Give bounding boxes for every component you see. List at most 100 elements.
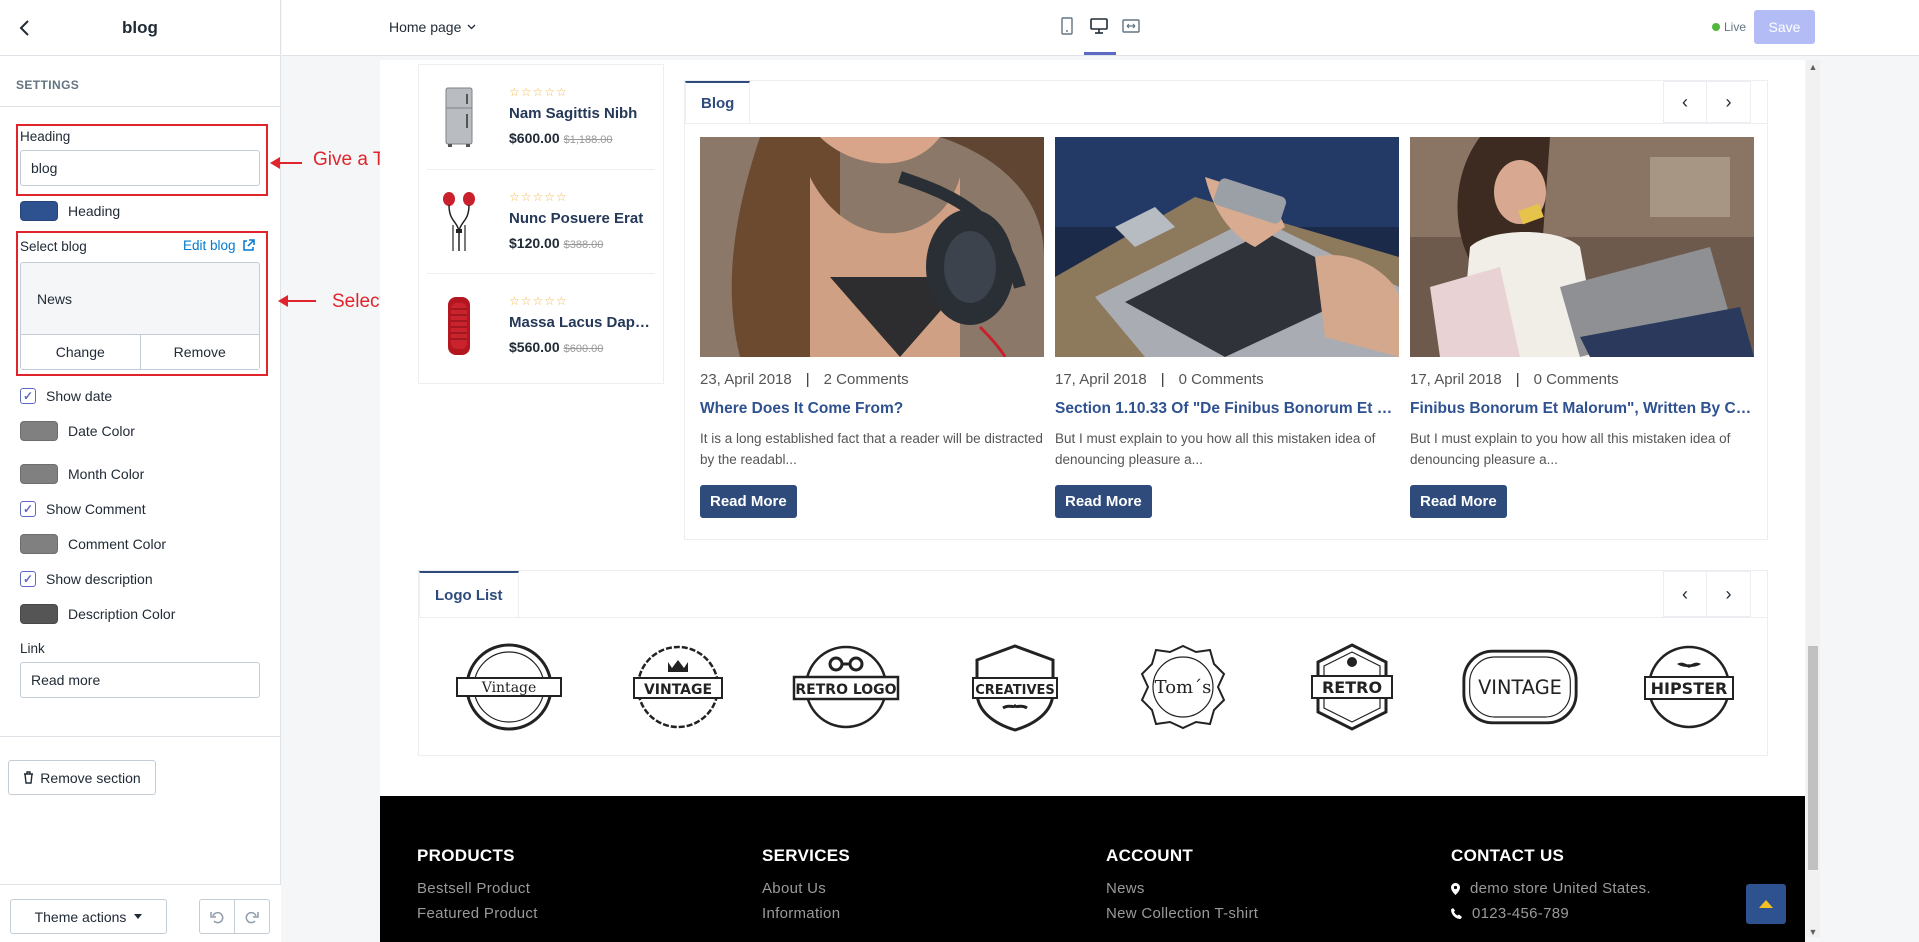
meta-separator: | bbox=[1160, 371, 1165, 388]
logo-text: CREATIVES bbox=[975, 683, 1055, 698]
read-more-button[interactable]: Read More bbox=[700, 485, 797, 518]
product-name[interactable]: Nunc Posuere Erat bbox=[509, 210, 654, 227]
undo-icon[interactable] bbox=[200, 900, 234, 933]
logo-text: RETRO bbox=[1322, 678, 1382, 697]
rating-stars: ☆☆☆☆☆ bbox=[509, 294, 568, 308]
logo-text: Vintage bbox=[481, 680, 537, 696]
product-name[interactable]: Massa Lacus Dapibus bbox=[509, 314, 654, 331]
month-color-row[interactable]: Month Color bbox=[20, 464, 144, 484]
theme-actions-button[interactable]: Theme actions bbox=[10, 899, 167, 934]
comment-color-swatch[interactable] bbox=[20, 534, 58, 554]
desktop-view-icon[interactable] bbox=[1090, 16, 1108, 36]
brand-logo[interactable]: RETRO bbox=[1292, 639, 1412, 735]
live-dot-icon bbox=[1712, 23, 1720, 31]
brand-logo[interactable]: CREATIVES bbox=[955, 639, 1075, 735]
next-arrow-icon[interactable]: › bbox=[1707, 81, 1751, 123]
description-color-swatch[interactable] bbox=[20, 604, 58, 624]
footer-link[interactable]: New Collection T-shirt bbox=[1106, 905, 1258, 922]
prev-arrow-icon[interactable]: ‹ bbox=[1663, 81, 1707, 123]
brand-logo[interactable]: HIPSTER bbox=[1629, 639, 1749, 735]
speaker-image bbox=[427, 274, 491, 378]
product-item[interactable]: ☆☆☆☆☆ Nam Sagittis Nibh $600.00 $1,188.00 bbox=[427, 65, 655, 169]
date-color-label: Date Color bbox=[68, 423, 135, 439]
product-item[interactable]: ☆☆☆☆☆ Massa Lacus Dapibus $560.00 $600.00 bbox=[427, 273, 655, 377]
logo-list-section: Logo List ‹ › Vintage VINTAGE RETRO LOGO… bbox=[418, 570, 1768, 756]
show-comment-checkbox-row[interactable]: ✓ Show Comment bbox=[20, 501, 146, 517]
scroll-down-icon[interactable]: ▼ bbox=[1806, 927, 1820, 937]
remove-section-button[interactable]: Remove section bbox=[8, 760, 156, 795]
scroll-to-top-button[interactable] bbox=[1746, 884, 1786, 924]
footer-address: demo store United States. bbox=[1451, 880, 1651, 897]
editor-topbar: Home page Live Save bbox=[282, 0, 1919, 56]
month-color-swatch[interactable] bbox=[20, 464, 58, 484]
change-blog-button[interactable]: Change bbox=[21, 335, 140, 369]
section-label: SETTINGS bbox=[16, 78, 80, 92]
tab-logo-list[interactable]: Logo List bbox=[419, 571, 519, 617]
link-input[interactable]: Read more bbox=[20, 662, 260, 698]
redo-icon[interactable] bbox=[234, 900, 269, 933]
blog-section: Blog ‹ › 23, April 2018 | 2 Comments Whe… bbox=[684, 80, 1768, 540]
post-date: 23, April 2018 bbox=[700, 371, 792, 388]
show-date-checkbox-row[interactable]: ✓ Show date bbox=[20, 388, 112, 404]
product-price: $560.00 bbox=[509, 339, 560, 355]
footer-link[interactable]: About Us bbox=[762, 880, 850, 897]
fullscreen-view-icon[interactable] bbox=[1122, 16, 1140, 36]
read-more-button[interactable]: Read More bbox=[1410, 485, 1507, 518]
logo-text: HIPSTER bbox=[1651, 679, 1728, 698]
product-item[interactable]: ☆☆☆☆☆ Nunc Posuere Erat $120.00 $388.00 bbox=[427, 169, 655, 273]
post-title[interactable]: Finibus Bonorum Et Malorum", Written By … bbox=[1410, 400, 1754, 418]
tab-blog[interactable]: Blog bbox=[685, 81, 751, 123]
show-description-checkbox-row[interactable]: ✓ Show description bbox=[20, 571, 153, 587]
footer-link[interactable]: Featured Product bbox=[417, 905, 538, 922]
annotation-arrow-title bbox=[270, 157, 302, 169]
save-button[interactable]: Save bbox=[1754, 10, 1815, 44]
footer-link[interactable]: Bestsell Product bbox=[417, 880, 538, 897]
brand-logo[interactable]: Tom´s bbox=[1123, 639, 1243, 735]
description-color-row[interactable]: Description Color bbox=[20, 604, 175, 624]
rating-stars: ☆☆☆☆☆ bbox=[509, 190, 568, 204]
date-color-row[interactable]: Date Color bbox=[20, 421, 135, 441]
heading-color-row[interactable]: Heading bbox=[20, 201, 120, 221]
caret-down-icon bbox=[134, 914, 143, 919]
footer-link[interactable]: News bbox=[1106, 880, 1258, 897]
post-image-laptop[interactable] bbox=[1055, 137, 1399, 357]
preview-scrollbar[interactable]: ▲ ▼ bbox=[1806, 60, 1820, 937]
prev-arrow-icon[interactable]: ‹ bbox=[1663, 571, 1707, 617]
remove-section-label: Remove section bbox=[40, 769, 141, 786]
remove-blog-button[interactable]: Remove bbox=[139, 335, 260, 369]
link-label: Link bbox=[20, 641, 45, 656]
scroll-up-icon[interactable]: ▲ bbox=[1806, 62, 1820, 72]
post-image-shopping[interactable] bbox=[1410, 137, 1754, 357]
post-title[interactable]: Where Does It Come From? bbox=[700, 400, 1044, 418]
footer-col-products: PRODUCTS Bestsell Product Featured Produ… bbox=[417, 846, 538, 922]
mobile-view-icon[interactable] bbox=[1058, 16, 1076, 36]
date-color-swatch[interactable] bbox=[20, 421, 58, 441]
read-more-button[interactable]: Read More bbox=[1055, 485, 1152, 518]
blog-post: 17, April 2018 | 0 Comments Finibus Bono… bbox=[1410, 137, 1754, 518]
select-blog-label: Select blog bbox=[20, 239, 87, 254]
footer-heading: ACCOUNT bbox=[1106, 846, 1194, 865]
next-arrow-icon[interactable]: › bbox=[1707, 571, 1751, 617]
heading-color-swatch[interactable] bbox=[20, 201, 58, 221]
tab-underline bbox=[685, 123, 1767, 124]
brand-logo[interactable]: Vintage bbox=[449, 639, 569, 735]
show-description-checkbox[interactable]: ✓ bbox=[20, 571, 36, 587]
heading-input[interactable]: blog bbox=[20, 150, 260, 186]
undo-redo-group bbox=[199, 899, 270, 934]
footer-link[interactable]: Information bbox=[762, 905, 850, 922]
show-comment-checkbox[interactable]: ✓ bbox=[20, 501, 36, 517]
scrollbar-thumb[interactable] bbox=[1808, 646, 1818, 870]
product-name[interactable]: Nam Sagittis Nibh bbox=[509, 105, 654, 122]
comment-color-row[interactable]: Comment Color bbox=[20, 534, 166, 554]
post-image-headphones[interactable] bbox=[700, 137, 1044, 357]
post-title[interactable]: Section 1.10.33 Of "De Finibus Bonorum E… bbox=[1055, 400, 1399, 418]
edit-blog-link[interactable]: Edit blog bbox=[183, 238, 255, 253]
brand-logo[interactable]: VINTAGE bbox=[618, 639, 738, 735]
brand-logo[interactable]: VINTAGE bbox=[1460, 639, 1580, 735]
brand-logo[interactable]: RETRO LOGO bbox=[786, 639, 906, 735]
back-arrow-icon[interactable] bbox=[12, 16, 36, 40]
page-selector[interactable]: Home page bbox=[389, 19, 476, 35]
panel-footer: Theme actions bbox=[0, 884, 281, 942]
show-date-checkbox[interactable]: ✓ bbox=[20, 388, 36, 404]
footer-col-account: ACCOUNT News New Collection T-shirt bbox=[1106, 846, 1258, 922]
